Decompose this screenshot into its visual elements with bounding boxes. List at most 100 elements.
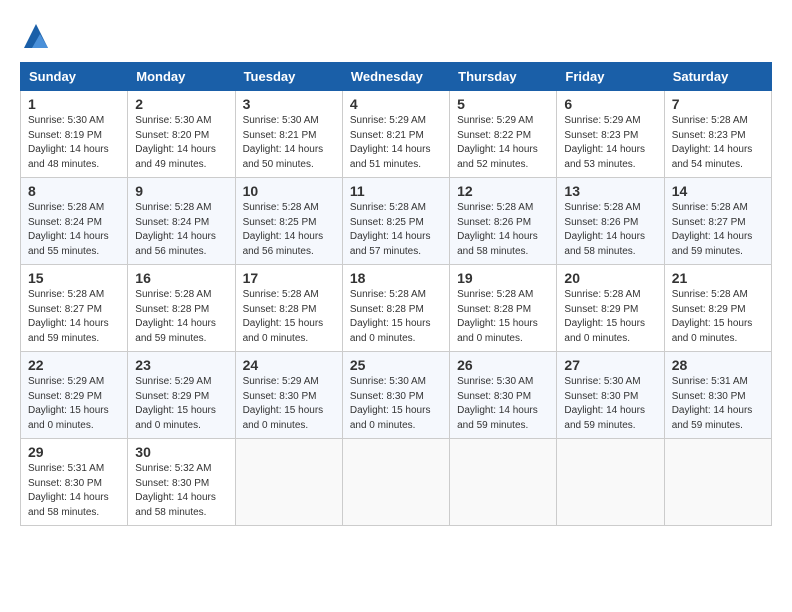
day-info: Sunrise: 5:29 AMSunset: 8:30 PMDaylight:… bbox=[243, 375, 335, 433]
week-row-2: 8 Sunrise: 5:28 AMSunset: 8:24 PMDayligh… bbox=[21, 178, 772, 265]
weekday-header-row: SundayMondayTuesdayWednesdayThursdayFrid… bbox=[21, 63, 772, 91]
day-number: 22 bbox=[28, 357, 120, 373]
day-cell: 17 Sunrise: 5:28 AMSunset: 8:28 PMDaylig… bbox=[235, 265, 342, 352]
day-info: Sunrise: 5:30 AMSunset: 8:20 PMDaylight:… bbox=[135, 114, 227, 172]
day-cell: 27 Sunrise: 5:30 AMSunset: 8:30 PMDaylig… bbox=[557, 352, 664, 439]
day-cell: 3 Sunrise: 5:30 AMSunset: 8:21 PMDayligh… bbox=[235, 91, 342, 178]
calendar: SundayMondayTuesdayWednesdayThursdayFrid… bbox=[20, 62, 772, 526]
day-info: Sunrise: 5:28 AMSunset: 8:28 PMDaylight:… bbox=[350, 288, 442, 346]
day-cell bbox=[235, 439, 342, 526]
day-number: 16 bbox=[135, 270, 227, 286]
day-number: 17 bbox=[243, 270, 335, 286]
day-info: Sunrise: 5:28 AMSunset: 8:23 PMDaylight:… bbox=[672, 114, 764, 172]
day-number: 15 bbox=[28, 270, 120, 286]
day-number: 7 bbox=[672, 96, 764, 112]
week-row-3: 15 Sunrise: 5:28 AMSunset: 8:27 PMDaylig… bbox=[21, 265, 772, 352]
day-number: 23 bbox=[135, 357, 227, 373]
day-number: 14 bbox=[672, 183, 764, 199]
day-number: 18 bbox=[350, 270, 442, 286]
day-cell bbox=[557, 439, 664, 526]
day-number: 25 bbox=[350, 357, 442, 373]
week-row-4: 22 Sunrise: 5:29 AMSunset: 8:29 PMDaylig… bbox=[21, 352, 772, 439]
day-cell: 2 Sunrise: 5:30 AMSunset: 8:20 PMDayligh… bbox=[128, 91, 235, 178]
day-cell bbox=[450, 439, 557, 526]
day-cell: 12 Sunrise: 5:28 AMSunset: 8:26 PMDaylig… bbox=[450, 178, 557, 265]
day-info: Sunrise: 5:28 AMSunset: 8:29 PMDaylight:… bbox=[672, 288, 764, 346]
day-info: Sunrise: 5:28 AMSunset: 8:24 PMDaylight:… bbox=[28, 201, 120, 259]
day-info: Sunrise: 5:29 AMSunset: 8:23 PMDaylight:… bbox=[564, 114, 656, 172]
day-cell: 16 Sunrise: 5:28 AMSunset: 8:28 PMDaylig… bbox=[128, 265, 235, 352]
day-cell: 14 Sunrise: 5:28 AMSunset: 8:27 PMDaylig… bbox=[664, 178, 771, 265]
day-cell: 20 Sunrise: 5:28 AMSunset: 8:29 PMDaylig… bbox=[557, 265, 664, 352]
day-cell bbox=[342, 439, 449, 526]
day-number: 6 bbox=[564, 96, 656, 112]
day-info: Sunrise: 5:29 AMSunset: 8:29 PMDaylight:… bbox=[135, 375, 227, 433]
day-number: 3 bbox=[243, 96, 335, 112]
day-info: Sunrise: 5:31 AMSunset: 8:30 PMDaylight:… bbox=[28, 462, 120, 520]
day-number: 4 bbox=[350, 96, 442, 112]
week-row-1: 1 Sunrise: 5:30 AMSunset: 8:19 PMDayligh… bbox=[21, 91, 772, 178]
day-number: 1 bbox=[28, 96, 120, 112]
day-info: Sunrise: 5:31 AMSunset: 8:30 PMDaylight:… bbox=[672, 375, 764, 433]
weekday-header-saturday: Saturday bbox=[664, 63, 771, 91]
day-info: Sunrise: 5:28 AMSunset: 8:29 PMDaylight:… bbox=[564, 288, 656, 346]
day-cell: 8 Sunrise: 5:28 AMSunset: 8:24 PMDayligh… bbox=[21, 178, 128, 265]
weekday-header-thursday: Thursday bbox=[450, 63, 557, 91]
day-number: 12 bbox=[457, 183, 549, 199]
day-info: Sunrise: 5:28 AMSunset: 8:28 PMDaylight:… bbox=[135, 288, 227, 346]
day-cell: 7 Sunrise: 5:28 AMSunset: 8:23 PMDayligh… bbox=[664, 91, 771, 178]
day-number: 8 bbox=[28, 183, 120, 199]
day-info: Sunrise: 5:28 AMSunset: 8:25 PMDaylight:… bbox=[350, 201, 442, 259]
day-info: Sunrise: 5:28 AMSunset: 8:25 PMDaylight:… bbox=[243, 201, 335, 259]
day-info: Sunrise: 5:29 AMSunset: 8:21 PMDaylight:… bbox=[350, 114, 442, 172]
day-info: Sunrise: 5:30 AMSunset: 8:30 PMDaylight:… bbox=[457, 375, 549, 433]
day-info: Sunrise: 5:30 AMSunset: 8:30 PMDaylight:… bbox=[564, 375, 656, 433]
day-cell: 13 Sunrise: 5:28 AMSunset: 8:26 PMDaylig… bbox=[557, 178, 664, 265]
day-number: 30 bbox=[135, 444, 227, 460]
day-info: Sunrise: 5:28 AMSunset: 8:26 PMDaylight:… bbox=[457, 201, 549, 259]
day-number: 26 bbox=[457, 357, 549, 373]
day-number: 13 bbox=[564, 183, 656, 199]
day-number: 24 bbox=[243, 357, 335, 373]
weekday-header-friday: Friday bbox=[557, 63, 664, 91]
day-info: Sunrise: 5:32 AMSunset: 8:30 PMDaylight:… bbox=[135, 462, 227, 520]
weekday-header-monday: Monday bbox=[128, 63, 235, 91]
day-info: Sunrise: 5:30 AMSunset: 8:19 PMDaylight:… bbox=[28, 114, 120, 172]
day-cell: 23 Sunrise: 5:29 AMSunset: 8:29 PMDaylig… bbox=[128, 352, 235, 439]
day-info: Sunrise: 5:30 AMSunset: 8:21 PMDaylight:… bbox=[243, 114, 335, 172]
day-cell: 25 Sunrise: 5:30 AMSunset: 8:30 PMDaylig… bbox=[342, 352, 449, 439]
day-number: 19 bbox=[457, 270, 549, 286]
day-number: 9 bbox=[135, 183, 227, 199]
day-info: Sunrise: 5:28 AMSunset: 8:27 PMDaylight:… bbox=[28, 288, 120, 346]
day-cell bbox=[664, 439, 771, 526]
day-number: 11 bbox=[350, 183, 442, 199]
day-cell: 18 Sunrise: 5:28 AMSunset: 8:28 PMDaylig… bbox=[342, 265, 449, 352]
day-number: 2 bbox=[135, 96, 227, 112]
day-cell: 21 Sunrise: 5:28 AMSunset: 8:29 PMDaylig… bbox=[664, 265, 771, 352]
day-cell: 1 Sunrise: 5:30 AMSunset: 8:19 PMDayligh… bbox=[21, 91, 128, 178]
day-number: 27 bbox=[564, 357, 656, 373]
day-number: 21 bbox=[672, 270, 764, 286]
logo bbox=[20, 20, 56, 52]
weekday-header-wednesday: Wednesday bbox=[342, 63, 449, 91]
day-info: Sunrise: 5:29 AMSunset: 8:29 PMDaylight:… bbox=[28, 375, 120, 433]
day-cell: 5 Sunrise: 5:29 AMSunset: 8:22 PMDayligh… bbox=[450, 91, 557, 178]
day-cell: 28 Sunrise: 5:31 AMSunset: 8:30 PMDaylig… bbox=[664, 352, 771, 439]
week-row-5: 29 Sunrise: 5:31 AMSunset: 8:30 PMDaylig… bbox=[21, 439, 772, 526]
day-cell: 24 Sunrise: 5:29 AMSunset: 8:30 PMDaylig… bbox=[235, 352, 342, 439]
day-cell: 4 Sunrise: 5:29 AMSunset: 8:21 PMDayligh… bbox=[342, 91, 449, 178]
day-cell: 6 Sunrise: 5:29 AMSunset: 8:23 PMDayligh… bbox=[557, 91, 664, 178]
day-number: 20 bbox=[564, 270, 656, 286]
weekday-header-sunday: Sunday bbox=[21, 63, 128, 91]
day-cell: 26 Sunrise: 5:30 AMSunset: 8:30 PMDaylig… bbox=[450, 352, 557, 439]
day-info: Sunrise: 5:28 AMSunset: 8:26 PMDaylight:… bbox=[564, 201, 656, 259]
day-info: Sunrise: 5:29 AMSunset: 8:22 PMDaylight:… bbox=[457, 114, 549, 172]
day-number: 10 bbox=[243, 183, 335, 199]
day-number: 5 bbox=[457, 96, 549, 112]
day-info: Sunrise: 5:28 AMSunset: 8:27 PMDaylight:… bbox=[672, 201, 764, 259]
day-number: 28 bbox=[672, 357, 764, 373]
weekday-header-tuesday: Tuesday bbox=[235, 63, 342, 91]
day-number: 29 bbox=[28, 444, 120, 460]
day-cell: 9 Sunrise: 5:28 AMSunset: 8:24 PMDayligh… bbox=[128, 178, 235, 265]
day-info: Sunrise: 5:30 AMSunset: 8:30 PMDaylight:… bbox=[350, 375, 442, 433]
